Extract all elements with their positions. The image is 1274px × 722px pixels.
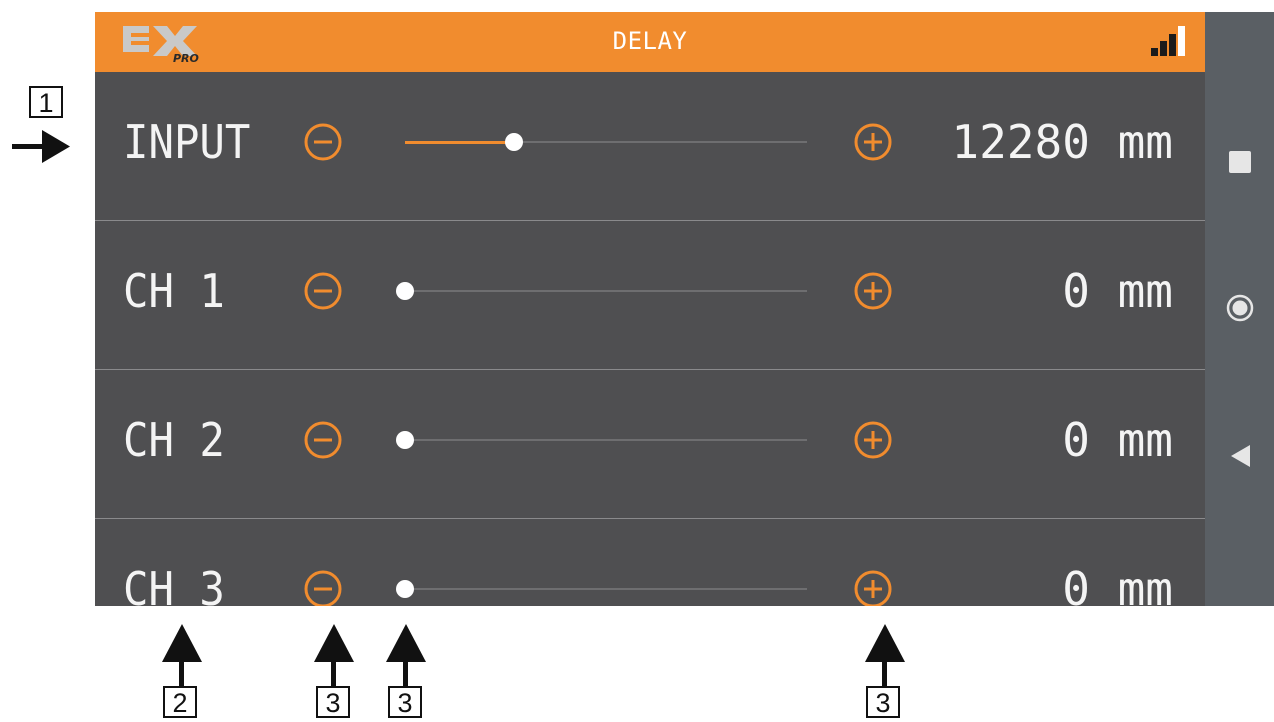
delay-slider-track[interactable] — [405, 290, 807, 292]
arrow-up-icon — [314, 624, 354, 686]
channel-label: CH 3 — [123, 562, 225, 606]
square-icon[interactable] — [1226, 148, 1254, 176]
plus-button[interactable] — [853, 271, 893, 311]
minus-button[interactable] — [303, 420, 343, 460]
minus-button[interactable] — [303, 122, 343, 162]
app-header: PRO DELAY — [95, 12, 1205, 72]
delay-row: INPUT 12280 mm — [95, 72, 1205, 221]
delay-unit: mm — [1117, 115, 1173, 169]
delay-unit: mm — [1117, 264, 1173, 318]
plus-button[interactable] — [853, 122, 893, 162]
delay-slider-track[interactable] — [405, 439, 807, 441]
arrow-up-icon — [162, 624, 202, 686]
channel-label: CH 2 — [123, 413, 225, 467]
callout-3: 3 — [388, 686, 422, 718]
delay-unit: mm — [1117, 413, 1173, 467]
callout-3: 3 — [316, 686, 350, 718]
callout-3: 3 — [866, 686, 900, 718]
delay-list: INPUT 12280 mm CH 1 0 mm CH 2 0 mm CH 3 0 mm — [95, 72, 1205, 606]
minus-button[interactable] — [303, 569, 343, 606]
plus-button[interactable] — [853, 569, 893, 606]
delay-slider-thumb[interactable] — [396, 580, 414, 598]
device-screen: PRO DELAY INPUT 12280 mm CH 10 mm CH 20 mm C… — [95, 12, 1274, 606]
channel-label: CH 1 — [123, 264, 225, 318]
system-nav-bar — [1205, 12, 1274, 606]
delay-unit: mm — [1117, 562, 1173, 606]
delay-row: CH 2 0 mm — [95, 370, 1205, 519]
triangle-back-icon[interactable] — [1226, 442, 1254, 470]
delay-number: 12280 — [951, 115, 1090, 169]
arrow-right-icon — [12, 130, 70, 163]
delay-slider-track[interactable] — [405, 588, 807, 590]
callout-2: 2 — [163, 686, 197, 718]
callout-1: 1 — [29, 86, 63, 118]
delay-row: CH 3 0 mm — [95, 519, 1205, 606]
delay-slider-thumb[interactable] — [504, 133, 523, 151]
minus-button[interactable] — [303, 271, 343, 311]
channel-label: INPUT — [123, 115, 251, 169]
arrow-up-icon — [865, 624, 905, 686]
arrow-up-icon — [386, 624, 426, 686]
delay-row: CH 1 0 mm — [95, 221, 1205, 370]
delay-value: 0 mm — [1062, 261, 1173, 321]
delay-number: 0 — [1062, 562, 1090, 606]
signal-bars-icon — [1151, 26, 1185, 56]
page-title: DELAY — [612, 27, 688, 55]
delay-slider-thumb[interactable] — [396, 282, 414, 300]
delay-value: 12280 mm — [951, 112, 1173, 172]
plus-button[interactable] — [853, 420, 893, 460]
circle-icon[interactable] — [1226, 294, 1254, 322]
delay-number: 0 — [1062, 413, 1090, 467]
delay-number: 0 — [1062, 264, 1090, 318]
delay-value: 0 mm — [1062, 559, 1173, 606]
delay-slider-fill — [405, 140, 514, 144]
delay-slider-thumb[interactable] — [396, 431, 414, 449]
delay-value: 0 mm — [1062, 410, 1173, 470]
